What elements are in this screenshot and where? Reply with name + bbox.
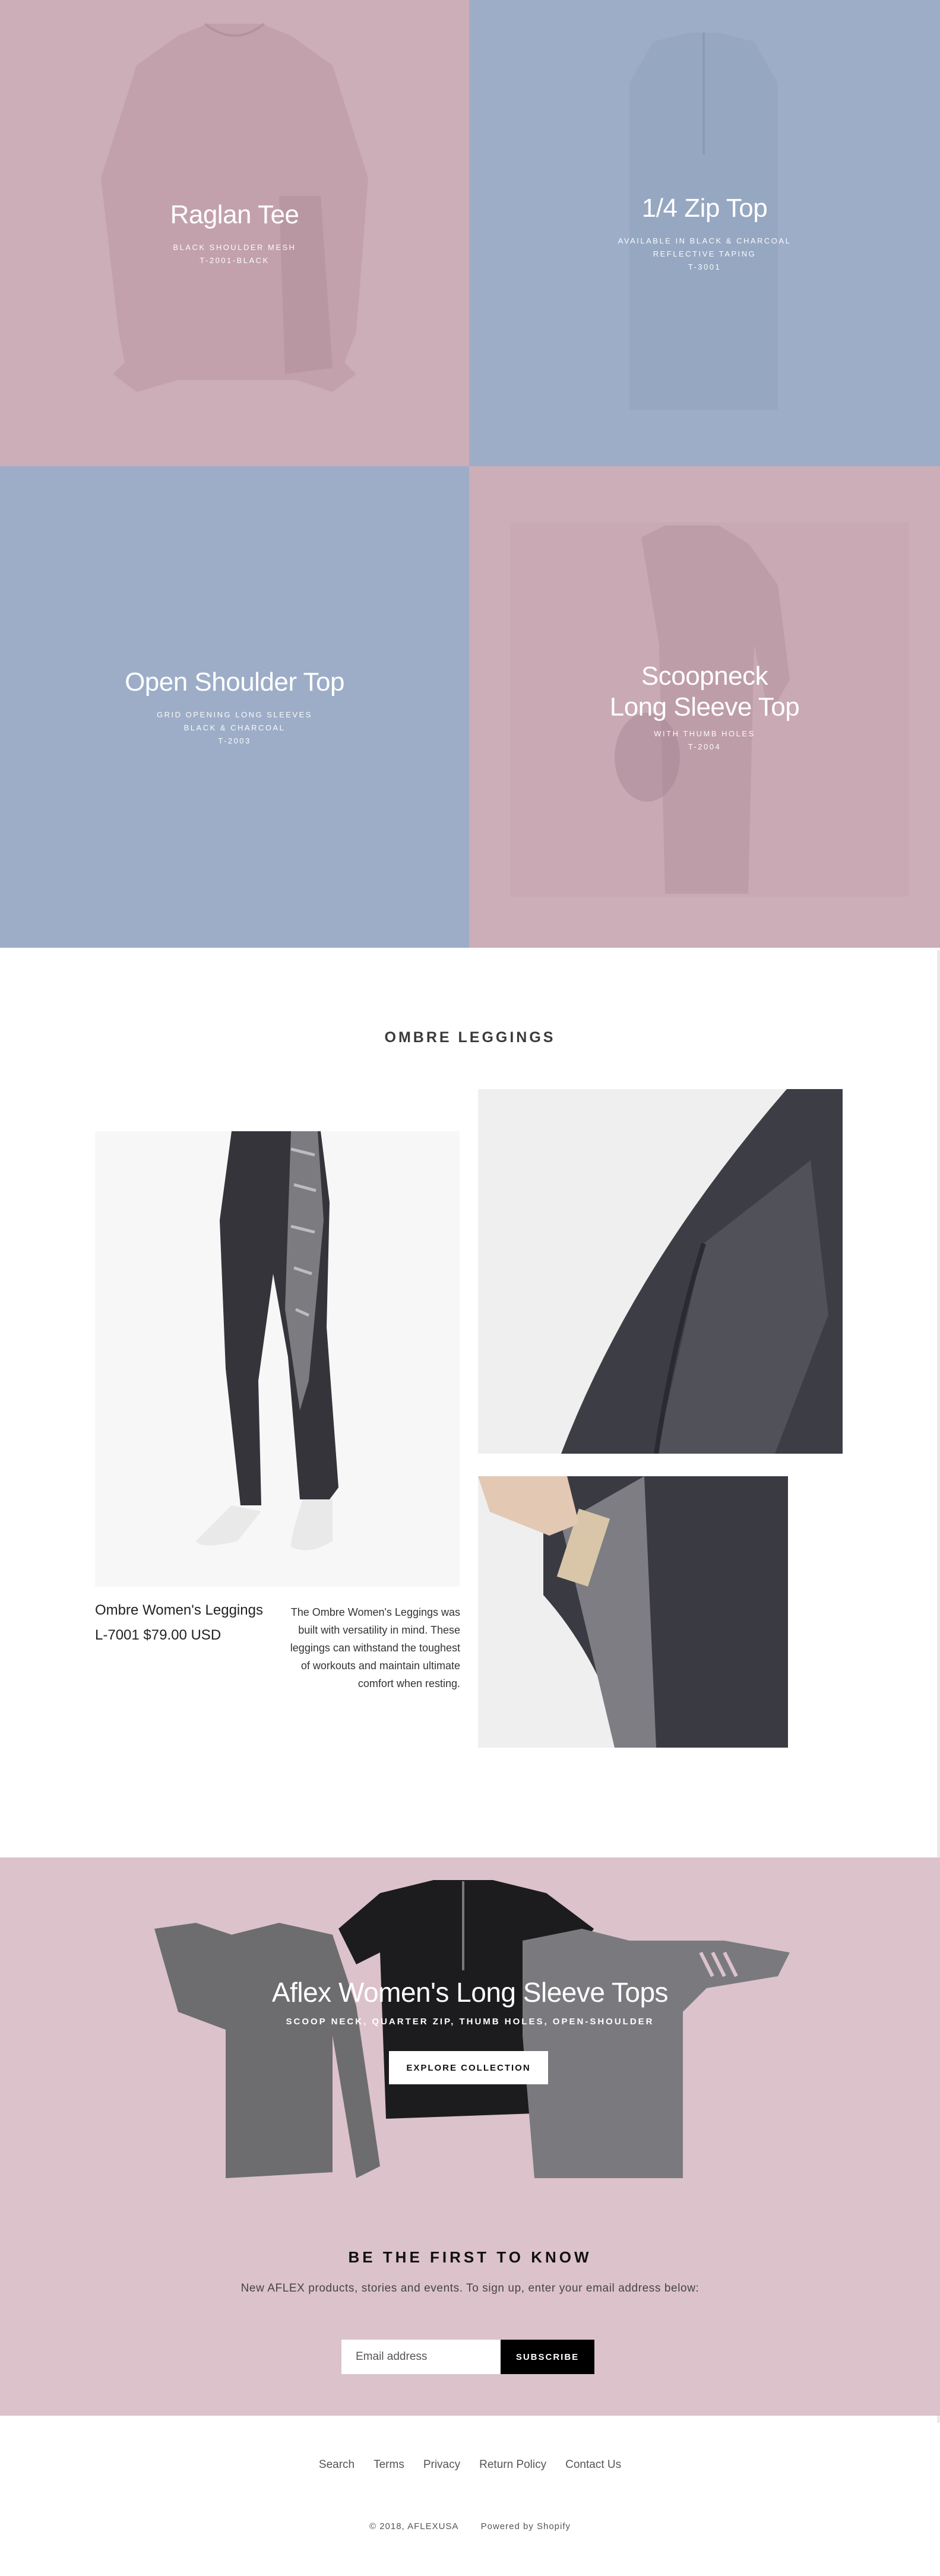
- collection-hero: [0, 1857, 940, 2416]
- long-sleeve-tops-image: [154, 1880, 790, 2178]
- email-input[interactable]: [341, 2340, 501, 2374]
- tile-subline: T-2001-BLACK: [200, 255, 270, 265]
- footer-link-privacy[interactable]: Privacy: [423, 2458, 460, 2471]
- explore-collection-button[interactable]: EXPLORE COLLECTION: [389, 2051, 548, 2084]
- tile-title: 1/4 Zip Top: [641, 193, 768, 223]
- mesh-detail-illustration: [561, 1089, 843, 1454]
- tile-title-line: Long Sleeve Top: [609, 692, 800, 721]
- footer-legal: © 2018, AFLEXUSA Powered by Shopify: [0, 2521, 940, 2531]
- product-description: The Ombre Women's Leggings was built wit…: [290, 1606, 460, 1689]
- powered-by[interactable]: Powered by Shopify: [481, 2521, 571, 2531]
- product-image-mesh-detail[interactable]: [478, 1089, 843, 1454]
- newsletter-text: New AFLEX products, stories and events. …: [240, 2282, 700, 2295]
- tile-subline: AVAILABLE IN BLACK & CHARCOAL: [618, 236, 792, 245]
- collection-title: Aflex Women's Long Sleeve Tops: [271, 1977, 669, 2008]
- tile-title: Open Shoulder Top: [125, 667, 344, 697]
- tile-quarter-zip-top[interactable]: 1/4 Zip Top AVAILABLE IN BLACK & CHARCOA…: [469, 0, 940, 466]
- collection-subtitle: SCOOP NECK, QUARTER ZIP, THUMB HOLES, OP…: [286, 2017, 654, 2027]
- tile-subline: T-3001: [688, 262, 721, 271]
- tile-subline: T-2004: [688, 742, 721, 751]
- product-image-pocket-detail[interactable]: [478, 1476, 788, 1748]
- leggings-illustration: [196, 1131, 338, 1550]
- footer-link-terms[interactable]: Terms: [374, 2458, 404, 2471]
- tile-title: Raglan Tee: [170, 200, 299, 229]
- section-title: OMBRE LEGGINGS: [384, 1029, 556, 1046]
- tile-subline: BLACK & CHARCOAL: [183, 723, 286, 732]
- tile-subline: T-2003: [218, 736, 251, 745]
- footer-nav: Search Terms Privacy Return Policy Conta…: [0, 2458, 940, 2471]
- tile-raglan-tee[interactable]: Raglan Tee BLACK SHOULDER MESH T-2001-BL…: [0, 0, 469, 466]
- tile-subline: BLACK SHOULDER MESH: [173, 242, 296, 252]
- pocket-detail-illustration: [478, 1476, 788, 1748]
- tile-subline: GRID OPENING LONG SLEEVES: [157, 710, 312, 719]
- tile-scoopneck-long-sleeve-top[interactable]: Scoopneck Long Sleeve Top WITH THUMB HOLE…: [469, 466, 940, 948]
- tile-open-shoulder-top[interactable]: Open Shoulder Top GRID OPENING LONG SLEE…: [0, 466, 469, 948]
- tile-subline: REFLECTIVE TAPING: [653, 249, 757, 258]
- product-name[interactable]: Ombre Women's Leggings: [95, 1602, 263, 1619]
- copyright[interactable]: © 2018, AFLEXUSA: [369, 2521, 458, 2531]
- subscribe-button[interactable]: SUBSCRIBE: [501, 2340, 594, 2374]
- footer-link-contact-us[interactable]: Contact Us: [565, 2458, 621, 2471]
- product-image-leggings[interactable]: [95, 1131, 460, 1587]
- tile-subline: WITH THUMB HOLES: [654, 729, 755, 738]
- newsletter-title: BE THE FIRST TO KNOW: [348, 2248, 592, 2266]
- tile-title: Scoopneck Long Sleeve Top: [610, 661, 800, 723]
- tile-title-line: Scoopneck: [641, 661, 768, 691]
- footer-link-return-policy[interactable]: Return Policy: [479, 2458, 546, 2471]
- footer-link-search[interactable]: Search: [319, 2458, 355, 2471]
- product-price: L-7001 $79.00 USD: [95, 1627, 221, 1643]
